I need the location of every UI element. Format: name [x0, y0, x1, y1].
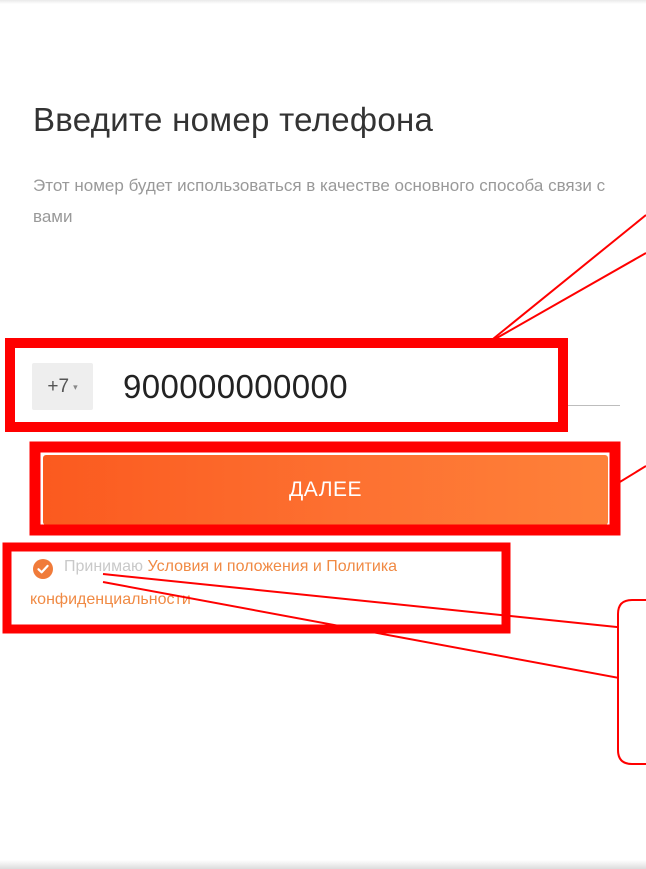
next-button[interactable]: ДАЛЕЕ [43, 455, 608, 525]
callout-bubble [617, 599, 646, 765]
country-code-label: +7 [47, 375, 70, 397]
button-callout-line [609, 465, 646, 489]
phone-input-underline [568, 405, 620, 406]
phone-callout-line-2 [487, 252, 646, 344]
page-title: Введите номер телефона [33, 101, 434, 138]
consent-text: Принимаю Условия и положения и Политика … [30, 550, 500, 616]
consent-conjunction: и [312, 558, 322, 575]
country-code-selector[interactable]: +7 ▾ [32, 363, 93, 410]
phone-callout-line-1 [487, 214, 646, 344]
bottom-edge [0, 860, 646, 869]
consent-prefix: Принимаю [64, 558, 144, 575]
chevron-down-icon: ▾ [73, 382, 78, 392]
terms-link[interactable]: Условия и положения [147, 558, 308, 575]
page-subtitle: Этот номер будет использоваться в качест… [33, 176, 606, 226]
top-edge [0, 0, 646, 4]
phone-number-input[interactable] [120, 363, 553, 410]
